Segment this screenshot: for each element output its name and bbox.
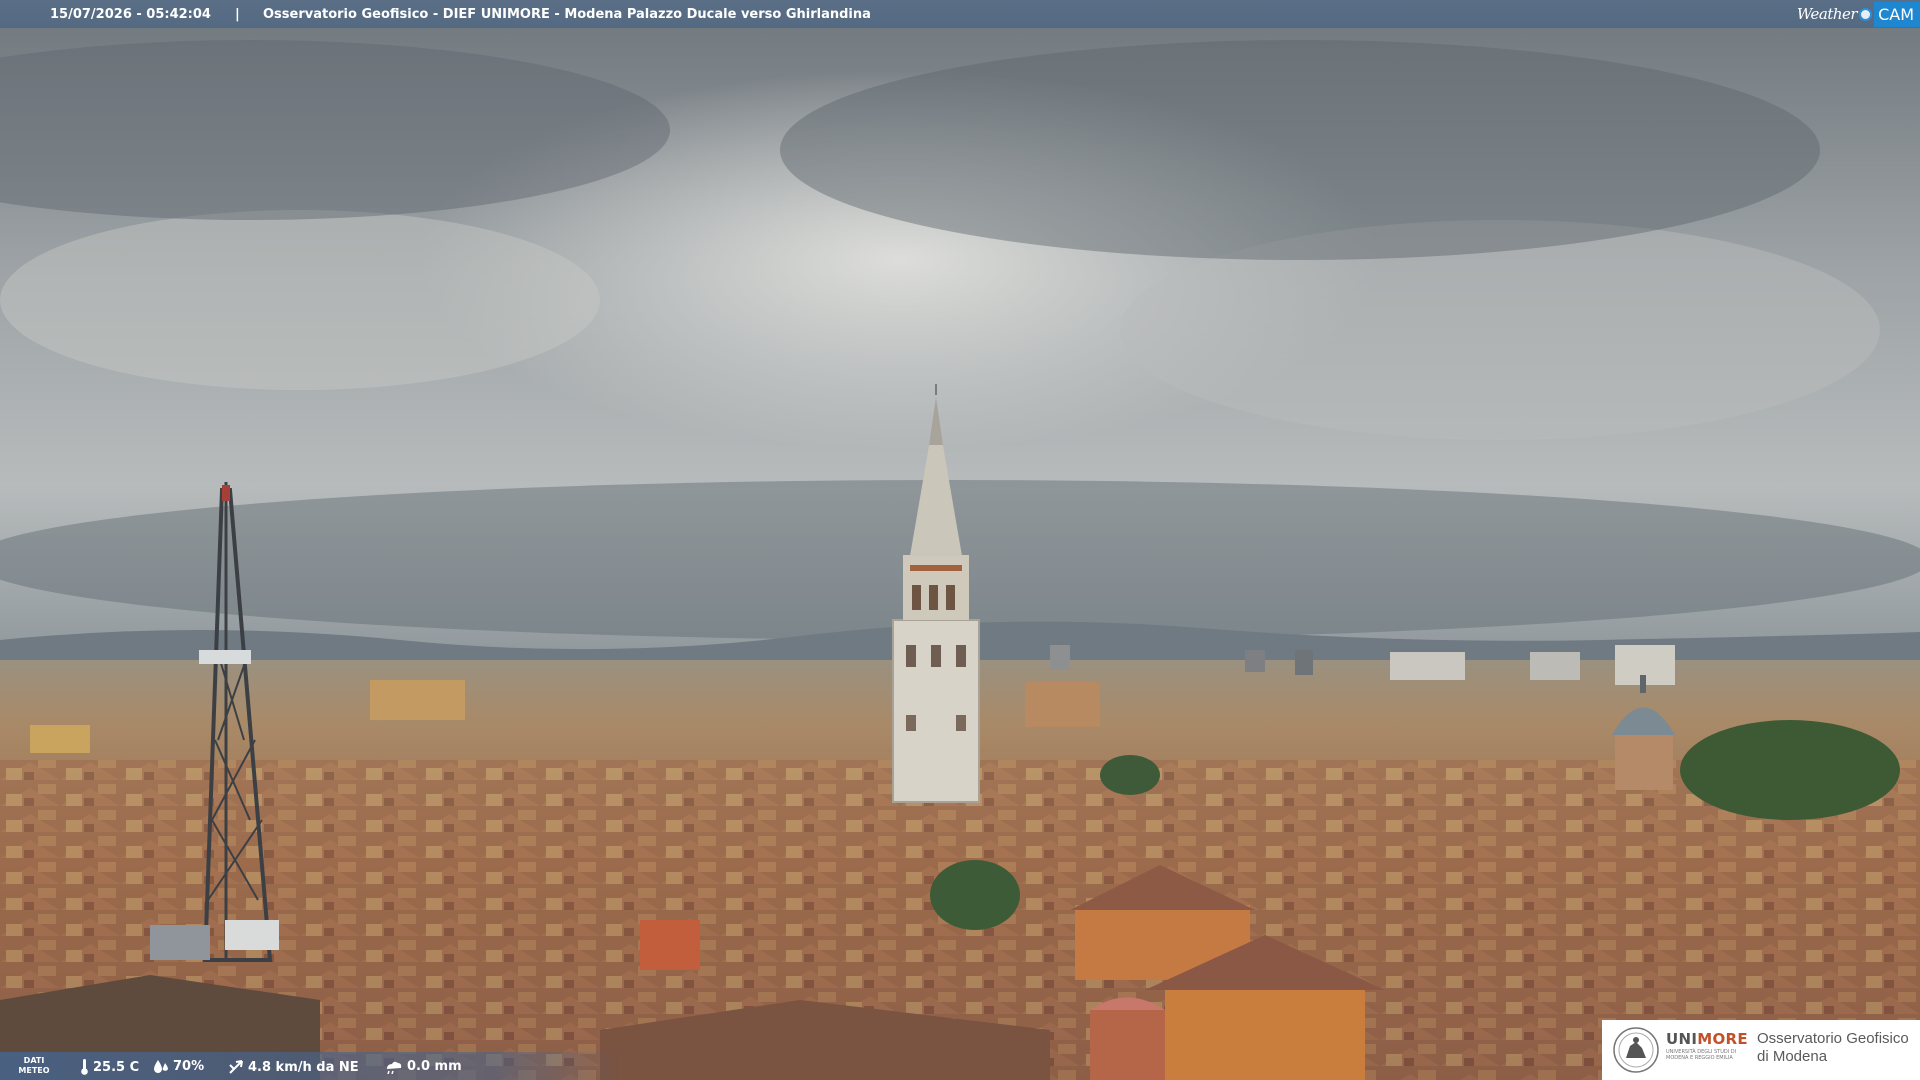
webcam-scene bbox=[0, 0, 1920, 1080]
meteo-rain: 0.0 mm bbox=[385, 1059, 462, 1074]
unimore-wordmark-more: MORE bbox=[1697, 1030, 1748, 1048]
weathercam-logo: Weather CAM bbox=[1797, 0, 1920, 28]
unimore-logo-panel: UNIMORE UNIVERSITÀ DEGLI STUDI DI MODENA… bbox=[1602, 1020, 1920, 1080]
header-separator: | bbox=[235, 7, 240, 22]
observatory-line1: Osservatorio Geofisico bbox=[1757, 1030, 1909, 1047]
humidity-value: 70% bbox=[173, 1059, 205, 1074]
meteo-bar: DATI METEO 25.5 C 70% 4.8 km/h da NE 0.0… bbox=[0, 1052, 620, 1080]
meteo-label: DATI METEO bbox=[14, 1056, 54, 1076]
header-bar: 15/07/2026 - 05:42:04 | Osservatorio Geo… bbox=[0, 0, 1920, 28]
temperature-value: 25.5 C bbox=[93, 1059, 140, 1075]
meteo-humidity: 70% bbox=[153, 1059, 204, 1074]
meteo-label-line2: METEO bbox=[18, 1066, 50, 1075]
rain-icon bbox=[387, 1061, 402, 1074]
thermometer-icon bbox=[81, 1059, 88, 1075]
meteo-label-line1: DATI bbox=[23, 1056, 45, 1065]
meteo-wind: 4.8 km/h da NE bbox=[228, 1059, 359, 1075]
camera-caption: Osservatorio Geofisico - DIEF UNIMORE - … bbox=[263, 7, 871, 22]
observatory-line2: di Modena bbox=[1757, 1048, 1828, 1065]
meteo-temperature: 25.5 C bbox=[80, 1059, 139, 1075]
unimore-wordmark-uni: UNI bbox=[1666, 1030, 1698, 1048]
unimore-wordmark: UNIMORE bbox=[1666, 1030, 1748, 1048]
rain-value: 0.0 mm bbox=[407, 1059, 462, 1074]
brand-cam: CAM bbox=[1874, 1, 1920, 27]
brand-dot-icon bbox=[1859, 7, 1873, 21]
unimore-seal-icon bbox=[1613, 1027, 1659, 1073]
wind-value: 4.8 km/h da NE bbox=[248, 1059, 359, 1075]
humidity-drops-icon bbox=[154, 1059, 168, 1073]
brand-word: Weather bbox=[1796, 5, 1858, 23]
wind-direction-icon bbox=[229, 1060, 243, 1074]
timestamp: 15/07/2026 - 05:42:04 bbox=[50, 7, 211, 22]
unimore-subtitle: UNIVERSITÀ DEGLI STUDI DI MODENA E REGGI… bbox=[1666, 1049, 1737, 1061]
observatory-name: Osservatorio Geofisico di Modena bbox=[1757, 1030, 1909, 1066]
